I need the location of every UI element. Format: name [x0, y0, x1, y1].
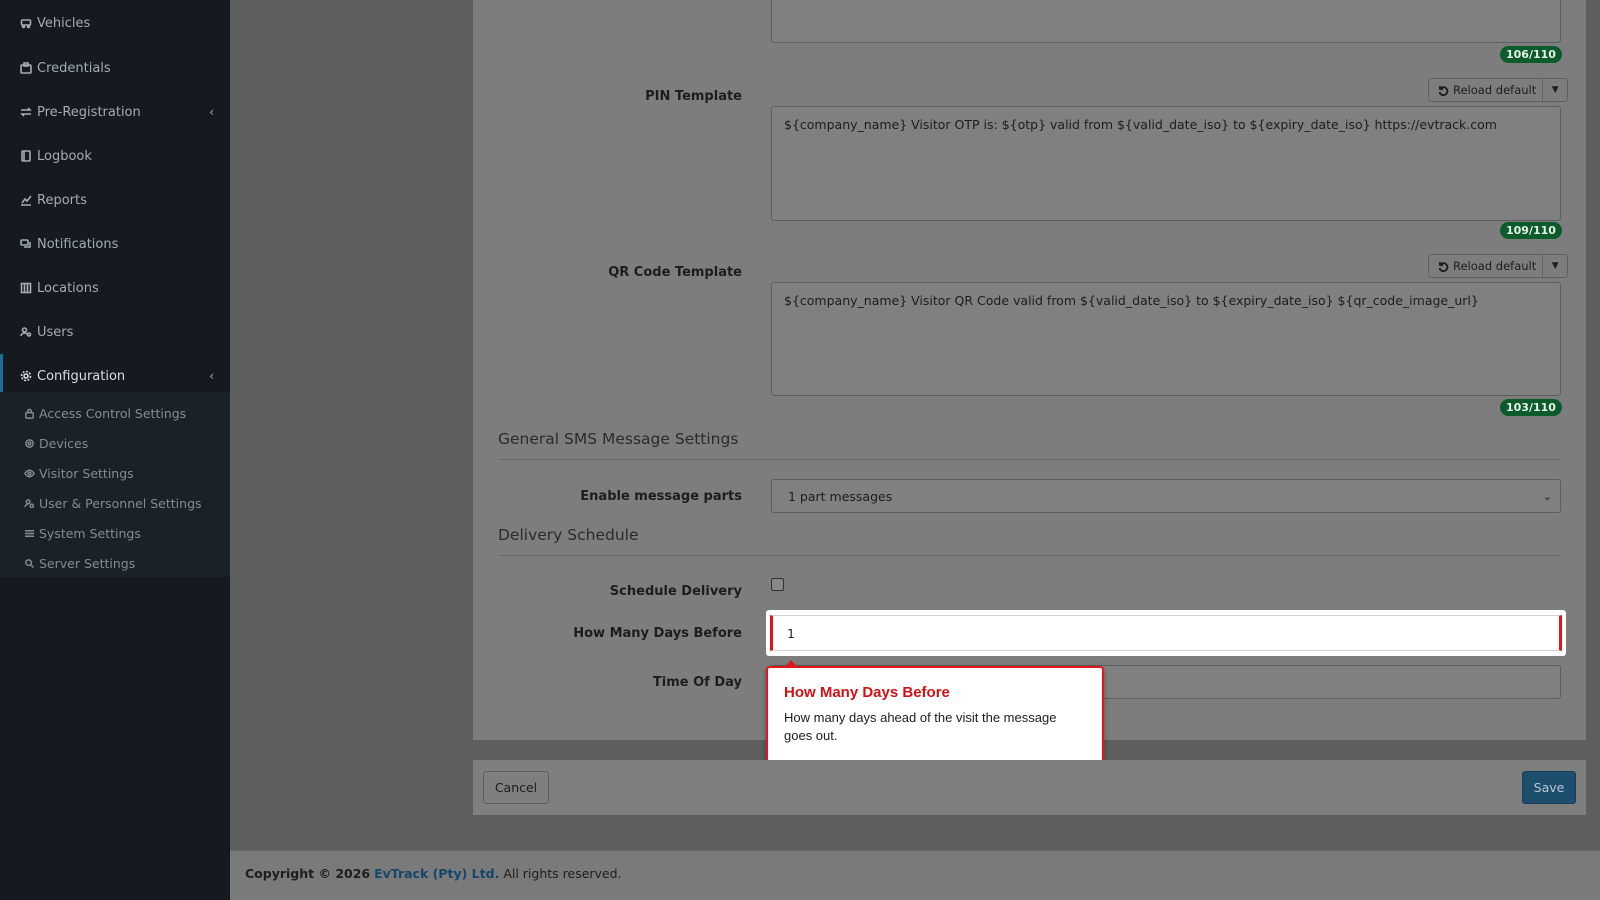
reload-default-main[interactable]: Reload default — [1429, 255, 1544, 277]
server-cog-icon — [22, 556, 36, 570]
sidebar-item-label: Configuration — [37, 368, 126, 384]
save-button[interactable]: Save — [1522, 771, 1576, 804]
sidebar-item-pre-registration[interactable]: Pre-Registration ‹ — [0, 90, 230, 134]
message-parts-select[interactable]: 1 part messages ⌄ — [771, 479, 1561, 513]
qr-char-counter-badge: 103/110 — [1500, 399, 1562, 416]
lock-icon — [22, 406, 36, 420]
caret-down-icon[interactable]: ▼ — [1543, 255, 1567, 277]
sidebar-item-label: Notifications — [37, 236, 119, 252]
qr-reload-default-button[interactable]: Reload default ▼ — [1428, 254, 1569, 278]
sidebar-item-label: Credentials — [37, 60, 111, 76]
sidebar-subitem-label: Visitor Settings — [39, 465, 134, 481]
users-icon — [19, 325, 33, 339]
sidebar-item-label: Logbook — [37, 148, 92, 164]
sidebar-subitem-devices[interactable]: Devices — [22, 428, 88, 458]
sidebar-item-label: Vehicles — [37, 15, 91, 31]
sidebar-item-label: Locations — [37, 280, 99, 296]
undo-icon — [1438, 262, 1449, 272]
undo-icon — [1438, 86, 1449, 96]
sidebar-subitem-label: Devices — [39, 435, 89, 451]
sidebar-item-reports[interactable]: Reports — [0, 178, 230, 222]
copyright-suffix: All rights reserved. — [503, 866, 622, 881]
comments-icon — [19, 237, 33, 251]
tooltip-title: How Many Days Before — [784, 684, 950, 701]
days-before-label: How Many Days Before — [573, 626, 742, 641]
sidebar-item-label: Pre-Registration — [37, 104, 141, 120]
reload-default-label: Reload default — [1453, 83, 1537, 97]
eye-icon — [22, 466, 36, 480]
tooltip-body: How many days ahead of the visit the mes… — [784, 710, 1057, 743]
sidebar-item-logbook[interactable]: Logbook — [0, 134, 230, 178]
building-icon — [19, 281, 33, 295]
sliders-icon — [22, 526, 36, 540]
schedule-delivery-checkbox[interactable] — [771, 578, 784, 591]
pin-template-label: PIN Template — [645, 89, 742, 104]
reload-default-label: Reload default — [1453, 259, 1537, 273]
exchange-icon — [19, 105, 33, 119]
sidebar-subitem-label: System Settings — [39, 525, 141, 541]
sidebar-item-credentials[interactable]: Credentials — [0, 46, 230, 90]
help-tooltip: How Many Days Before How many days ahead… — [766, 660, 1104, 764]
vehicle-icon — [19, 16, 33, 30]
reload-default-main[interactable]: Reload default — [1429, 79, 1544, 101]
qr-template-textarea[interactable]: ${company_name} Visitor QR Code valid fr… — [771, 282, 1561, 396]
qr-template-label: QR Code Template — [608, 265, 742, 280]
form-actions-bar — [473, 760, 1586, 815]
sidebar-subitem-server-settings[interactable]: Server Settings — [22, 548, 135, 578]
time-of-day-label: Time Of Day — [652, 675, 742, 690]
sidebar-subitem-access-control[interactable]: Access Control Settings — [22, 398, 186, 428]
sidebar-subitem-label: Server Settings — [39, 555, 136, 571]
sidebar-item-label: Reports — [37, 192, 87, 208]
chevron-down-icon: ⌄ — [1542, 489, 1552, 503]
chevron-left-icon: ‹ — [209, 105, 214, 119]
caret-down-icon[interactable]: ▼ — [1543, 79, 1567, 101]
configuration-submenu: Access Control Settings Devices Visitor … — [0, 392, 230, 577]
sidebar: Vehicles Credentials Pre-Registration ‹ … — [0, 0, 230, 900]
pin-reload-default-button[interactable]: Reload default ▼ — [1428, 78, 1569, 102]
sidebar-subitem-user-personnel[interactable]: User & Personnel Settings — [22, 488, 202, 518]
section-divider — [498, 555, 1561, 556]
schedule-delivery-label: Schedule Delivery — [609, 584, 742, 599]
sidebar-subitem-label: Access Control Settings — [39, 405, 187, 421]
delivery-schedule-section-title: Delivery Schedule — [498, 526, 639, 544]
sidebar-item-users[interactable]: Users — [0, 310, 230, 354]
days-before-input[interactable]: 1 — [770, 615, 1562, 651]
sidebar-subitem-system-settings[interactable]: System Settings — [22, 518, 141, 548]
section-divider — [498, 459, 1561, 460]
copyright-prefix: Copyright © 2026 — [245, 866, 371, 881]
sidebar-item-notifications[interactable]: Notifications — [0, 222, 230, 266]
sidebar-item-vehicles[interactable]: Vehicles — [0, 1, 230, 45]
general-sms-section-title: General SMS Message Settings — [498, 430, 739, 448]
book-icon — [19, 149, 33, 163]
chart-icon — [19, 193, 33, 207]
user-cog-icon — [22, 496, 36, 510]
pin-template-textarea[interactable]: ${company_name} Visitor OTP is: ${otp} v… — [771, 106, 1561, 221]
sidebar-subitem-label: User & Personnel Settings — [39, 495, 202, 511]
message-parts-value: 1 part messages — [788, 488, 893, 504]
sidebar-subitem-visitor-settings[interactable]: Visitor Settings — [22, 458, 134, 488]
message-parts-label: Enable message parts — [580, 489, 742, 504]
sidebar-item-locations[interactable]: Locations — [0, 266, 230, 310]
chevron-left-icon: ‹ — [209, 369, 214, 383]
sidebar-item-label: Users — [37, 324, 74, 340]
cog-icon — [19, 369, 33, 383]
pin-char-counter-badge: 109/110 — [1500, 222, 1562, 239]
char-counter-badge: 106/110 — [1500, 46, 1562, 63]
cancel-button[interactable]: Cancel — [483, 771, 549, 804]
days-before-value: 1 — [787, 625, 795, 641]
copyright-text: Copyright © 2026 EvTrack (Pty) Ltd. All … — [245, 866, 622, 881]
credentials-icon — [19, 61, 33, 75]
device-icon — [22, 436, 36, 450]
previous-template-textarea[interactable] — [771, 0, 1561, 43]
company-link[interactable]: EvTrack (Pty) Ltd. — [374, 866, 499, 881]
